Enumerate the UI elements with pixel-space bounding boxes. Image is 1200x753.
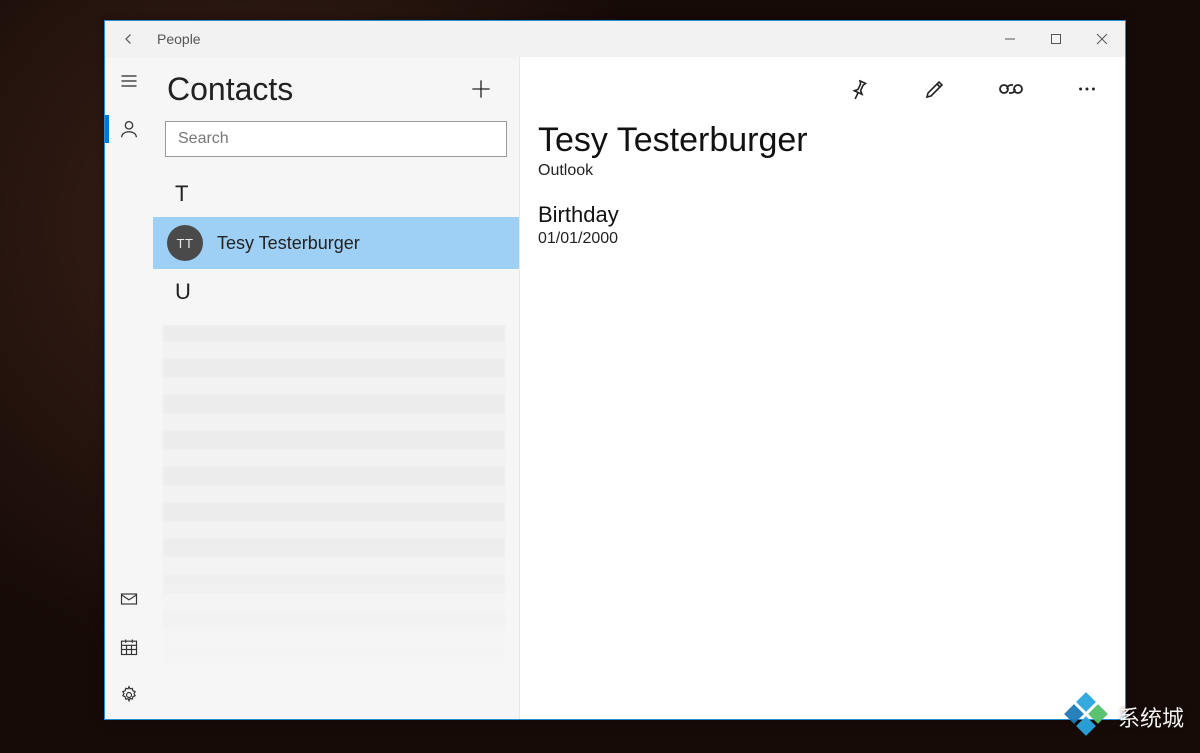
contacts-heading: Contacts bbox=[167, 71, 293, 108]
contact-detail-name: Tesy Testerburger bbox=[538, 121, 1107, 160]
detail-toolbar bbox=[520, 57, 1125, 121]
section-header-U[interactable]: U bbox=[153, 269, 519, 315]
avatar: TT bbox=[167, 225, 203, 261]
pin-icon bbox=[847, 77, 871, 101]
field-label: Birthday bbox=[538, 202, 1107, 228]
field-value: 01/01/2000 bbox=[538, 230, 1107, 248]
nav-rail bbox=[105, 57, 153, 719]
more-icon bbox=[1076, 78, 1098, 100]
add-contact-button[interactable] bbox=[461, 69, 501, 109]
maximize-button[interactable] bbox=[1033, 21, 1079, 57]
app-title: People bbox=[153, 31, 201, 47]
close-icon bbox=[1096, 33, 1108, 45]
contact-detail-pane: Tesy Testerburger Outlook Birthday 01/01… bbox=[520, 57, 1125, 719]
contact-account: Outlook bbox=[538, 162, 1107, 180]
gear-icon bbox=[119, 685, 139, 705]
watermark-text: 系统城 bbox=[1118, 701, 1184, 733]
field-birthday: Birthday 01/01/2000 bbox=[538, 202, 1107, 248]
search-input[interactable] bbox=[165, 121, 507, 157]
site-watermark: 系统城 bbox=[1064, 695, 1184, 739]
contacts-scroll[interactable]: T TT Tesy Testerburger U bbox=[153, 165, 519, 719]
back-button[interactable] bbox=[105, 21, 153, 57]
pencil-icon bbox=[923, 77, 947, 101]
contacts-list-pane: Contacts T TT Tesy Testerburger U bbox=[153, 57, 520, 719]
pin-button[interactable] bbox=[839, 69, 879, 109]
nav-calendar[interactable] bbox=[105, 623, 153, 671]
minimize-icon bbox=[1004, 33, 1016, 45]
arrow-left-icon bbox=[120, 30, 138, 48]
contacts-header: Contacts bbox=[153, 57, 519, 121]
person-icon bbox=[118, 118, 140, 140]
loading-placeholder bbox=[163, 325, 505, 665]
titlebar: People bbox=[105, 21, 1125, 57]
minimize-button[interactable] bbox=[987, 21, 1033, 57]
section-header-T[interactable]: T bbox=[153, 171, 519, 217]
hamburger-button[interactable] bbox=[105, 57, 153, 105]
hamburger-icon bbox=[119, 71, 139, 91]
search-wrap bbox=[153, 121, 519, 165]
people-app-window: People bbox=[104, 20, 1126, 720]
maximize-icon bbox=[1050, 33, 1062, 45]
detail-content: Tesy Testerburger Outlook Birthday 01/01… bbox=[520, 121, 1125, 248]
more-button[interactable] bbox=[1067, 69, 1107, 109]
link-icon bbox=[998, 79, 1024, 99]
nav-mail[interactable] bbox=[105, 575, 153, 623]
nav-people[interactable] bbox=[105, 105, 153, 153]
contact-name: Tesy Testerburger bbox=[217, 233, 360, 254]
contact-item[interactable]: TT Tesy Testerburger bbox=[153, 217, 519, 269]
close-button[interactable] bbox=[1079, 21, 1125, 57]
plus-icon bbox=[468, 76, 494, 102]
mail-icon bbox=[119, 589, 139, 609]
nav-settings[interactable] bbox=[105, 671, 153, 719]
calendar-icon bbox=[119, 637, 139, 657]
edit-button[interactable] bbox=[915, 69, 955, 109]
link-button[interactable] bbox=[991, 69, 1031, 109]
watermark-logo-icon bbox=[1064, 695, 1108, 739]
